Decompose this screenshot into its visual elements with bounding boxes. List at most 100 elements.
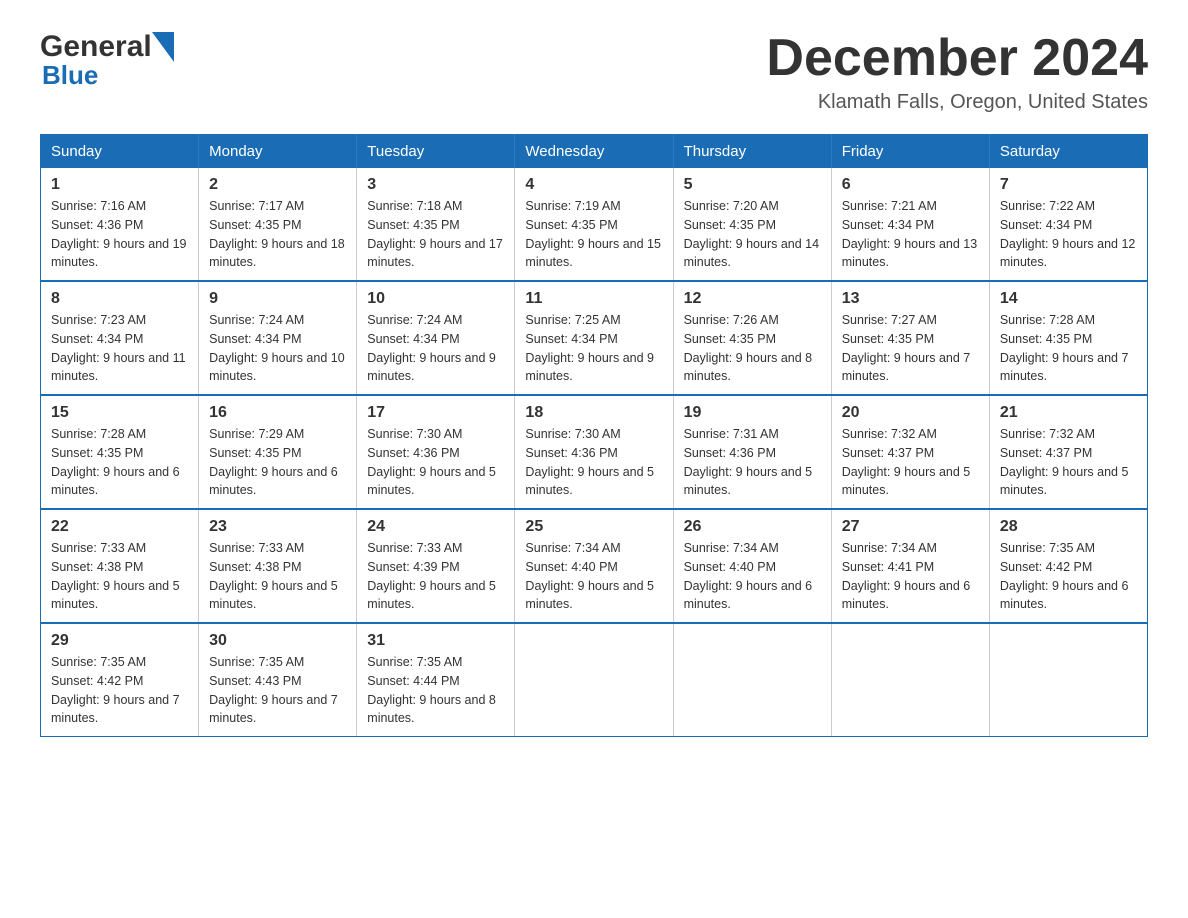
day-number: 27 (842, 518, 979, 536)
day-number: 10 (367, 290, 504, 308)
table-row: 30 Sunrise: 7:35 AMSunset: 4:43 PMDaylig… (199, 623, 357, 737)
day-number: 13 (842, 290, 979, 308)
page-header: General Blue December 2024 Klamath Falls… (40, 30, 1148, 114)
day-info: Sunrise: 7:25 AMSunset: 4:34 PMDaylight:… (525, 311, 662, 386)
col-tuesday: Tuesday (357, 135, 515, 169)
day-number: 17 (367, 404, 504, 422)
day-number: 4 (525, 176, 662, 194)
table-row: 28 Sunrise: 7:35 AMSunset: 4:42 PMDaylig… (989, 509, 1147, 623)
calendar-week-row: 8 Sunrise: 7:23 AMSunset: 4:34 PMDayligh… (41, 281, 1148, 395)
table-row: 1 Sunrise: 7:16 AMSunset: 4:36 PMDayligh… (41, 168, 199, 281)
table-row: 11 Sunrise: 7:25 AMSunset: 4:34 PMDaylig… (515, 281, 673, 395)
logo: General Blue (40, 30, 174, 91)
day-number: 20 (842, 404, 979, 422)
table-row: 9 Sunrise: 7:24 AMSunset: 4:34 PMDayligh… (199, 281, 357, 395)
day-number: 21 (1000, 404, 1137, 422)
table-row: 4 Sunrise: 7:19 AMSunset: 4:35 PMDayligh… (515, 168, 673, 281)
day-number: 11 (525, 290, 662, 308)
title-section: December 2024 Klamath Falls, Oregon, Uni… (766, 30, 1148, 114)
day-info: Sunrise: 7:35 AMSunset: 4:44 PMDaylight:… (367, 653, 504, 728)
day-info: Sunrise: 7:21 AMSunset: 4:34 PMDaylight:… (842, 197, 979, 272)
logo-arrow-icon (152, 32, 174, 62)
calendar-title: December 2024 (766, 30, 1148, 87)
day-info: Sunrise: 7:31 AMSunset: 4:36 PMDaylight:… (684, 425, 821, 500)
day-info: Sunrise: 7:18 AMSunset: 4:35 PMDaylight:… (367, 197, 504, 272)
logo-blue-text: Blue (42, 60, 98, 91)
day-info: Sunrise: 7:35 AMSunset: 4:42 PMDaylight:… (51, 653, 188, 728)
day-info: Sunrise: 7:34 AMSunset: 4:40 PMDaylight:… (684, 539, 821, 614)
table-row: 24 Sunrise: 7:33 AMSunset: 4:39 PMDaylig… (357, 509, 515, 623)
calendar-header-row: Sunday Monday Tuesday Wednesday Thursday… (41, 135, 1148, 169)
day-number: 3 (367, 176, 504, 194)
table-row (673, 623, 831, 737)
day-number: 26 (684, 518, 821, 536)
day-info: Sunrise: 7:23 AMSunset: 4:34 PMDaylight:… (51, 311, 188, 386)
calendar-week-row: 1 Sunrise: 7:16 AMSunset: 4:36 PMDayligh… (41, 168, 1148, 281)
day-number: 5 (684, 176, 821, 194)
table-row: 18 Sunrise: 7:30 AMSunset: 4:36 PMDaylig… (515, 395, 673, 509)
day-number: 28 (1000, 518, 1137, 536)
calendar-week-row: 15 Sunrise: 7:28 AMSunset: 4:35 PMDaylig… (41, 395, 1148, 509)
day-info: Sunrise: 7:33 AMSunset: 4:38 PMDaylight:… (209, 539, 346, 614)
day-info: Sunrise: 7:17 AMSunset: 4:35 PMDaylight:… (209, 197, 346, 272)
day-info: Sunrise: 7:32 AMSunset: 4:37 PMDaylight:… (842, 425, 979, 500)
table-row: 20 Sunrise: 7:32 AMSunset: 4:37 PMDaylig… (831, 395, 989, 509)
day-number: 18 (525, 404, 662, 422)
day-number: 9 (209, 290, 346, 308)
col-saturday: Saturday (989, 135, 1147, 169)
day-info: Sunrise: 7:28 AMSunset: 4:35 PMDaylight:… (1000, 311, 1137, 386)
col-wednesday: Wednesday (515, 135, 673, 169)
day-number: 14 (1000, 290, 1137, 308)
day-info: Sunrise: 7:35 AMSunset: 4:43 PMDaylight:… (209, 653, 346, 728)
table-row (989, 623, 1147, 737)
day-number: 29 (51, 632, 188, 650)
table-row: 5 Sunrise: 7:20 AMSunset: 4:35 PMDayligh… (673, 168, 831, 281)
day-number: 30 (209, 632, 346, 650)
calendar-week-row: 29 Sunrise: 7:35 AMSunset: 4:42 PMDaylig… (41, 623, 1148, 737)
table-row: 12 Sunrise: 7:26 AMSunset: 4:35 PMDaylig… (673, 281, 831, 395)
day-number: 19 (684, 404, 821, 422)
table-row: 6 Sunrise: 7:21 AMSunset: 4:34 PMDayligh… (831, 168, 989, 281)
table-row: 14 Sunrise: 7:28 AMSunset: 4:35 PMDaylig… (989, 281, 1147, 395)
day-info: Sunrise: 7:24 AMSunset: 4:34 PMDaylight:… (367, 311, 504, 386)
day-info: Sunrise: 7:34 AMSunset: 4:40 PMDaylight:… (525, 539, 662, 614)
day-number: 7 (1000, 176, 1137, 194)
day-number: 2 (209, 176, 346, 194)
table-row: 8 Sunrise: 7:23 AMSunset: 4:34 PMDayligh… (41, 281, 199, 395)
table-row: 13 Sunrise: 7:27 AMSunset: 4:35 PMDaylig… (831, 281, 989, 395)
table-row: 3 Sunrise: 7:18 AMSunset: 4:35 PMDayligh… (357, 168, 515, 281)
day-number: 31 (367, 632, 504, 650)
table-row: 26 Sunrise: 7:34 AMSunset: 4:40 PMDaylig… (673, 509, 831, 623)
col-monday: Monday (199, 135, 357, 169)
col-thursday: Thursday (673, 135, 831, 169)
table-row (515, 623, 673, 737)
day-info: Sunrise: 7:35 AMSunset: 4:42 PMDaylight:… (1000, 539, 1137, 614)
day-info: Sunrise: 7:16 AMSunset: 4:36 PMDaylight:… (51, 197, 188, 272)
table-row (831, 623, 989, 737)
table-row: 7 Sunrise: 7:22 AMSunset: 4:34 PMDayligh… (989, 168, 1147, 281)
table-row: 2 Sunrise: 7:17 AMSunset: 4:35 PMDayligh… (199, 168, 357, 281)
day-info: Sunrise: 7:26 AMSunset: 4:35 PMDaylight:… (684, 311, 821, 386)
day-info: Sunrise: 7:24 AMSunset: 4:34 PMDaylight:… (209, 311, 346, 386)
table-row: 25 Sunrise: 7:34 AMSunset: 4:40 PMDaylig… (515, 509, 673, 623)
table-row: 16 Sunrise: 7:29 AMSunset: 4:35 PMDaylig… (199, 395, 357, 509)
calendar-table: Sunday Monday Tuesday Wednesday Thursday… (40, 134, 1148, 737)
day-number: 1 (51, 176, 188, 194)
logo-general-text: General (40, 30, 152, 64)
table-row: 23 Sunrise: 7:33 AMSunset: 4:38 PMDaylig… (199, 509, 357, 623)
day-info: Sunrise: 7:32 AMSunset: 4:37 PMDaylight:… (1000, 425, 1137, 500)
day-info: Sunrise: 7:28 AMSunset: 4:35 PMDaylight:… (51, 425, 188, 500)
day-number: 16 (209, 404, 346, 422)
day-number: 8 (51, 290, 188, 308)
table-row: 10 Sunrise: 7:24 AMSunset: 4:34 PMDaylig… (357, 281, 515, 395)
day-number: 15 (51, 404, 188, 422)
calendar-week-row: 22 Sunrise: 7:33 AMSunset: 4:38 PMDaylig… (41, 509, 1148, 623)
day-number: 22 (51, 518, 188, 536)
day-info: Sunrise: 7:33 AMSunset: 4:38 PMDaylight:… (51, 539, 188, 614)
day-info: Sunrise: 7:34 AMSunset: 4:41 PMDaylight:… (842, 539, 979, 614)
day-info: Sunrise: 7:29 AMSunset: 4:35 PMDaylight:… (209, 425, 346, 500)
day-info: Sunrise: 7:19 AMSunset: 4:35 PMDaylight:… (525, 197, 662, 272)
day-number: 12 (684, 290, 821, 308)
table-row: 17 Sunrise: 7:30 AMSunset: 4:36 PMDaylig… (357, 395, 515, 509)
day-info: Sunrise: 7:30 AMSunset: 4:36 PMDaylight:… (525, 425, 662, 500)
